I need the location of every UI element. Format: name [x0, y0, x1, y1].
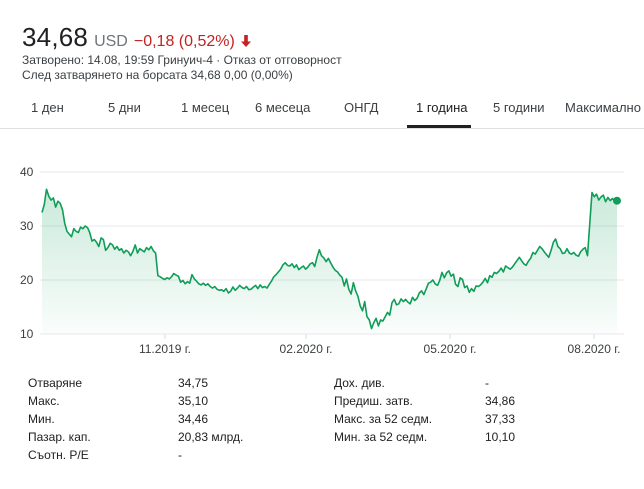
tab-1-month[interactable]: 1 месец: [181, 100, 229, 115]
stat-value-open: 34,75: [178, 376, 209, 390]
currency-label: USD: [94, 33, 128, 50]
stat-label-market-cap: Пазар. кап.: [28, 430, 91, 444]
range-tabs: 1 ден 5 дни 1 месец 6 месеца ОНГД 1 годи…: [0, 92, 644, 129]
closed-info: Затворено: 14.08, 19:59 Гринуич-4 · Отка…: [22, 53, 342, 67]
price-chart[interactable]: 10 20 30 40 11.2019 г. 02.2020 г. 05.2020 г. 0…: [0, 150, 644, 365]
tab-5-years[interactable]: 5 години: [493, 100, 545, 115]
stat-value-52w-low: 10,10: [485, 430, 516, 444]
stat-label-52w-low: Мин. за 52 седм.: [334, 430, 428, 444]
x-tick-label: 11.2019 г.: [139, 342, 191, 356]
y-tick-label: 40: [20, 165, 34, 179]
stat-label-open: Отваряне: [28, 376, 83, 390]
quote-header: 34,68 USD −0,18 (0,52%): [22, 22, 251, 53]
stat-label-prev-close: Предиш. затв.: [334, 394, 413, 408]
tab-6-months[interactable]: 6 месеца: [255, 100, 310, 115]
tab-1-day[interactable]: 1 ден: [31, 100, 64, 115]
stat-value-pe: -: [178, 448, 182, 462]
y-tick-label: 20: [20, 273, 34, 287]
stat-label-low: Мин.: [28, 412, 55, 426]
y-tick-label: 30: [20, 219, 34, 233]
x-tick-label: 05.2020 г.: [424, 342, 477, 356]
tab-5-days[interactable]: 5 дни: [108, 100, 141, 115]
stat-label-div-yield: Дох. див.: [334, 376, 385, 390]
stat-value-high: 35,10: [178, 394, 209, 408]
x-tick-label: 02.2020 г.: [280, 342, 333, 356]
stat-label-pe: Съотн. P/E: [28, 448, 89, 462]
last-price-dot: [613, 196, 621, 205]
tab-1-year[interactable]: 1 година: [416, 100, 468, 115]
active-tab-indicator: [407, 125, 471, 128]
tab-ytd[interactable]: ОНГД: [344, 100, 378, 115]
stat-value-market-cap: 20,83 млрд.: [178, 430, 244, 444]
current-price: 34,68: [22, 22, 89, 52]
price-change: −0,18 (0,52%): [133, 33, 235, 50]
tab-max[interactable]: Максимално: [565, 100, 641, 115]
stat-value-52w-high: 37,33: [485, 412, 516, 426]
stat-value-div-yield: -: [485, 376, 489, 390]
y-tick-label: 10: [20, 327, 34, 341]
arrow-down-icon: [240, 35, 251, 47]
stat-value-low: 34,46: [178, 412, 209, 426]
stat-value-prev-close: 34,86: [485, 394, 516, 408]
after-hours-info: След затварянето на борсата 34,68 0,00 (…: [22, 68, 293, 82]
stat-label-52w-high: Макс. за 52 седм.: [334, 412, 433, 426]
stat-label-high: Макс.: [28, 394, 60, 408]
x-tick-label: 08.2020 г.: [568, 342, 621, 356]
